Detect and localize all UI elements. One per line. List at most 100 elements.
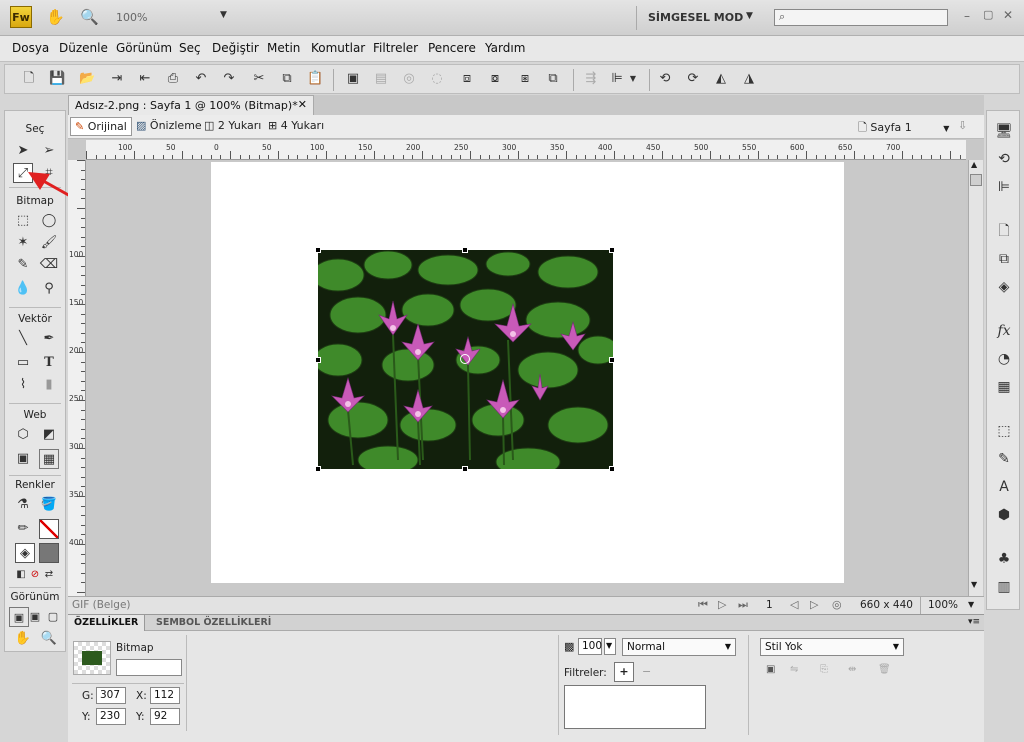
tab-properties[interactable]: ÖZELLİKLER (68, 615, 146, 631)
shapes-icon[interactable]: ♣ (994, 549, 1014, 569)
stroke-swatch[interactable] (39, 519, 59, 539)
align-dropdown-icon[interactable]: ▼ (625, 71, 641, 87)
next-frame-icon[interactable]: ▷ (810, 598, 818, 611)
style-select[interactable]: Stil Yok ▼ (760, 638, 904, 656)
cut-icon[interactable]: ✂ (251, 71, 267, 87)
import-icon[interactable]: ⇥ (109, 71, 125, 87)
view-4up[interactable]: ⊞ 4 Yukarı (268, 119, 324, 132)
view-preview[interactable]: ▨ Önizleme (136, 119, 202, 132)
redo-icon[interactable]: ↷ (221, 71, 237, 87)
menu-pencere[interactable]: Pencere (428, 41, 476, 55)
page-selector[interactable]: 🗋 Sayfa 1 ▼ (858, 119, 949, 138)
page-options-icon[interactable]: ⇩ (958, 119, 967, 132)
layers-icon[interactable]: ◈ (994, 277, 1014, 297)
hand-tool-icon[interactable]: ✋ (13, 629, 33, 649)
zoom-dropdown-icon[interactable]: ▼ (220, 10, 227, 20)
x-input[interactable]: 112 (150, 687, 180, 704)
states-icon[interactable]: ⧉ (994, 249, 1014, 269)
vertical-scrollbar[interactable]: ▲ ▼ (968, 160, 983, 596)
add-filter-icon[interactable]: + (614, 662, 634, 682)
resize-handle[interactable] (315, 357, 321, 363)
resize-handle[interactable] (315, 466, 321, 472)
subselect-icon[interactable]: ➢ (39, 141, 59, 161)
history-icon[interactable]: ⟲ (994, 149, 1014, 169)
full-screen-menu-icon[interactable]: ▣ (25, 607, 45, 627)
distribute-icon[interactable]: ⇶ (583, 71, 599, 87)
join-icon[interactable]: ◎ (401, 71, 417, 87)
menu-filtreler[interactable]: Filtreler (373, 41, 418, 55)
show-slices-icon[interactable]: ▦ (39, 449, 59, 469)
prev-frame-icon[interactable]: ◁ (790, 598, 798, 611)
close-icon[interactable]: ✕ (1003, 8, 1013, 22)
workspace-mode[interactable]: SİMGESEL MOD (648, 11, 743, 24)
filters-list[interactable] (564, 685, 706, 729)
slice-icon[interactable]: ◩ (39, 425, 59, 445)
undo-icon[interactable]: ↶ (193, 71, 209, 87)
rotate-ccw-icon[interactable]: ⟲ (657, 71, 673, 87)
print-icon[interactable]: ⎙ (165, 71, 181, 87)
hand-icon[interactable]: ✋ (46, 8, 65, 26)
resize-handle[interactable] (609, 357, 615, 363)
close-doc-icon[interactable]: ✕ (298, 98, 307, 111)
mode-dropdown-icon[interactable]: ▼ (746, 11, 753, 21)
menu-yardim[interactable]: Yardım (485, 41, 525, 55)
flip-vertical-icon[interactable]: ◮ (741, 71, 757, 87)
scroll-thumb[interactable] (970, 174, 982, 186)
zoom-status[interactable]: 100% (928, 599, 958, 611)
minimize-icon[interactable]: – (964, 9, 970, 23)
paste-icon[interactable]: 📋 (307, 71, 323, 87)
blur-icon[interactable]: 💧 (13, 279, 33, 299)
search-input[interactable]: ⌕ (774, 9, 948, 26)
stop-icon[interactable]: ◎ (832, 598, 842, 611)
tab-symbol-properties[interactable]: SEMBOL ÖZELLİKLERİ (150, 615, 277, 631)
brush-panel-icon[interactable]: ✎ (994, 449, 1014, 469)
canvas-size[interactable]: 660 x 440 (860, 599, 913, 611)
send-back-icon[interactable]: ⧉ (545, 71, 561, 87)
width-input[interactable]: 307 (96, 687, 126, 704)
swatches-icon[interactable]: ▦ (994, 377, 1014, 397)
delete-style-icon[interactable]: 🗑 (878, 664, 891, 675)
rectangle-icon[interactable]: ▭ (13, 353, 33, 373)
export-icon[interactable]: ⇤ (137, 71, 153, 87)
align-icon[interactable]: ⊫ (609, 71, 625, 87)
opacity-dropdown-icon[interactable]: ▼ (604, 638, 616, 655)
menu-degistir[interactable]: Değiştir (212, 41, 259, 55)
rotation-center[interactable] (460, 354, 470, 364)
panel-menu-icon[interactable]: ▾≡ (968, 617, 980, 627)
full-screen-icon[interactable]: ▢ (43, 607, 63, 627)
pointer-icon[interactable]: ➤ (13, 141, 33, 161)
first-frame-icon[interactable]: ⏮ (698, 598, 708, 612)
ungroup-icon[interactable]: ▤ (373, 71, 389, 87)
path-icon[interactable]: ⬚ (994, 421, 1014, 441)
optimize-icon[interactable]: 🖥 (994, 121, 1014, 141)
menu-metin[interactable]: Metin (267, 41, 300, 55)
freeform-icon[interactable]: ⌇ (13, 375, 33, 395)
send-backward-icon[interactable]: ⧆ (517, 71, 533, 87)
eyedropper-icon[interactable]: ⚗ (13, 495, 33, 515)
new-style-icon[interactable]: ▣ (766, 664, 775, 675)
maximize-icon[interactable]: ▢ (983, 8, 993, 21)
rotate-cw-icon[interactable]: ⟳ (685, 71, 701, 87)
resize-handle[interactable] (609, 247, 615, 253)
resize-handle[interactable] (462, 247, 468, 253)
hide-slices-icon[interactable]: ▣ (13, 449, 33, 469)
styles-icon[interactable]: fx (994, 321, 1014, 341)
type-icon[interactable]: A (994, 477, 1014, 497)
resize-handle[interactable] (315, 247, 321, 253)
paint-bucket-icon[interactable]: 🪣 (39, 495, 59, 515)
symbols-icon[interactable]: ◔ (994, 349, 1014, 369)
align-panel-icon[interactable]: ⊫ (994, 177, 1014, 197)
zoom-tool-icon[interactable]: 🔍 (39, 629, 59, 649)
3d-icon[interactable]: ⬢ (994, 505, 1014, 525)
resize-handle[interactable] (609, 466, 615, 472)
resize-handle[interactable] (462, 466, 468, 472)
opacity-input[interactable]: 100 (578, 638, 602, 655)
stamp-icon[interactable]: ⚲ (39, 279, 59, 299)
view-original[interactable]: ✎ Orijinal (70, 117, 132, 136)
pages-icon[interactable]: 🗋 (994, 221, 1014, 241)
open-icon[interactable]: 📂 (79, 71, 95, 87)
height-input[interactable]: 230 (96, 708, 126, 725)
redefine-style-icon[interactable]: ⇋ (790, 664, 798, 675)
stroke-color-icon[interactable]: ✏ (13, 519, 33, 539)
menu-duzenle[interactable]: Düzenle (59, 41, 108, 55)
